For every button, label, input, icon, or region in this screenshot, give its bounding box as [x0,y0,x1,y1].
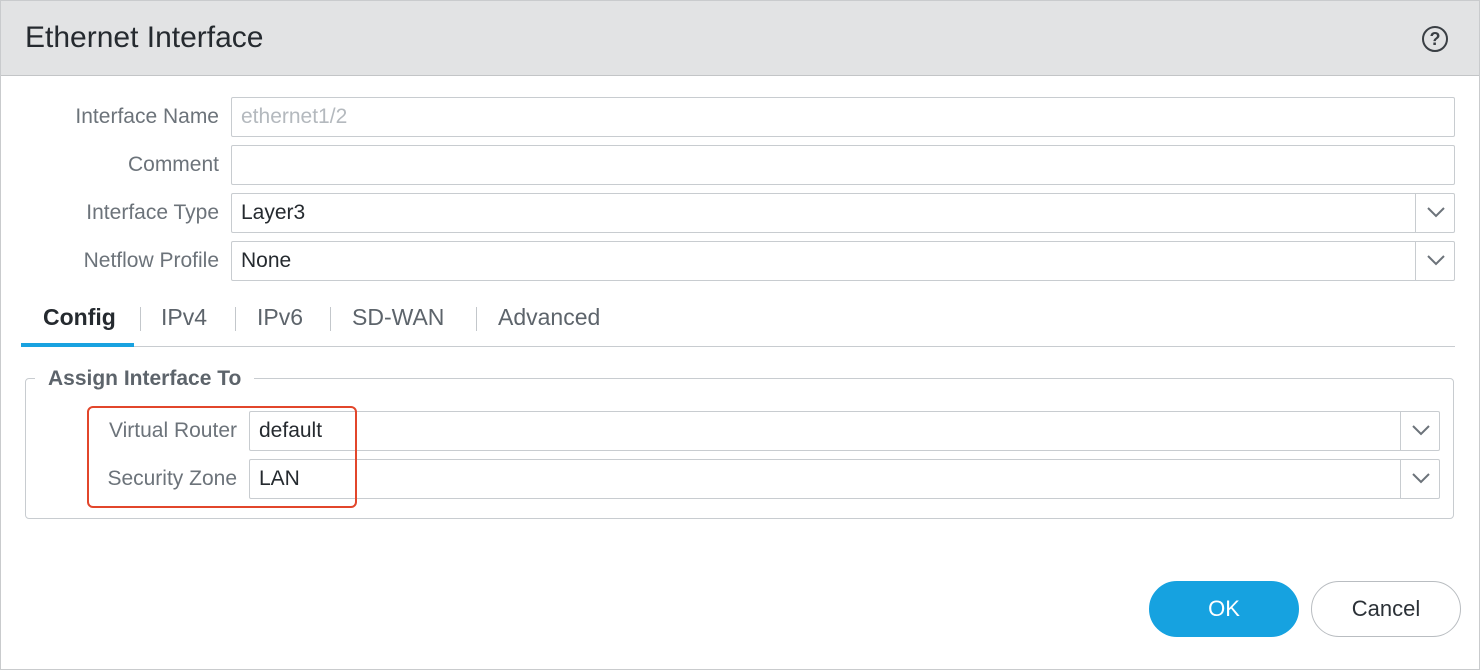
assign-interface-legend: Assign Interface To [35,367,255,391]
dialog-title: Ethernet Interface [25,21,264,54]
comment-field[interactable] [231,145,1455,185]
tab-config[interactable]: Config [43,304,116,331]
virtual-router-value: default [259,419,323,442]
virtual-router-select[interactable]: default [249,411,1440,451]
interface-name-field: ethernet1/2 [231,97,1455,137]
netflow-profile-value: None [241,249,292,272]
security-zone-value: LAN [259,467,300,490]
netflow-profile-select[interactable]: None [231,241,1455,281]
tab-divider [235,307,236,331]
tab-ipv6[interactable]: IPv6 [257,304,303,331]
comment-label: Comment [127,153,219,176]
chevron-down-icon[interactable] [1400,460,1439,498]
security-zone-select[interactable]: LAN [249,459,1440,499]
tab-sd-wan[interactable]: SD-WAN [352,304,444,331]
interface-type-select[interactable]: Layer3 [231,193,1455,233]
chevron-down-icon[interactable] [1415,242,1454,280]
security-zone-label: Security Zone [107,467,237,490]
netflow-profile-label: Netflow Profile [83,249,219,272]
cancel-button[interactable]: Cancel [1311,581,1461,637]
tab-ipv4[interactable]: IPv4 [161,304,207,331]
tab-divider [140,307,141,331]
tab-bar-divider [21,346,1455,347]
active-tab-indicator [21,343,134,347]
tab-advanced[interactable]: Advanced [498,304,600,331]
virtual-router-label: Virtual Router [108,419,237,442]
interface-type-value: Layer3 [241,201,306,224]
dialog-titlebar: Ethernet Interface ? [1,1,1479,76]
ok-button[interactable]: OK [1149,581,1299,637]
interface-type-label: Interface Type [86,201,219,224]
question-circle-icon[interactable]: ? [1422,26,1448,52]
tab-divider [476,307,477,331]
ethernet-interface-dialog: Ethernet Interface ? Interface Name ethe… [0,0,1480,670]
chevron-down-icon[interactable] [1400,412,1439,450]
tab-divider [330,307,331,331]
chevron-down-icon[interactable] [1415,194,1454,232]
interface-name-label: Interface Name [75,105,219,128]
